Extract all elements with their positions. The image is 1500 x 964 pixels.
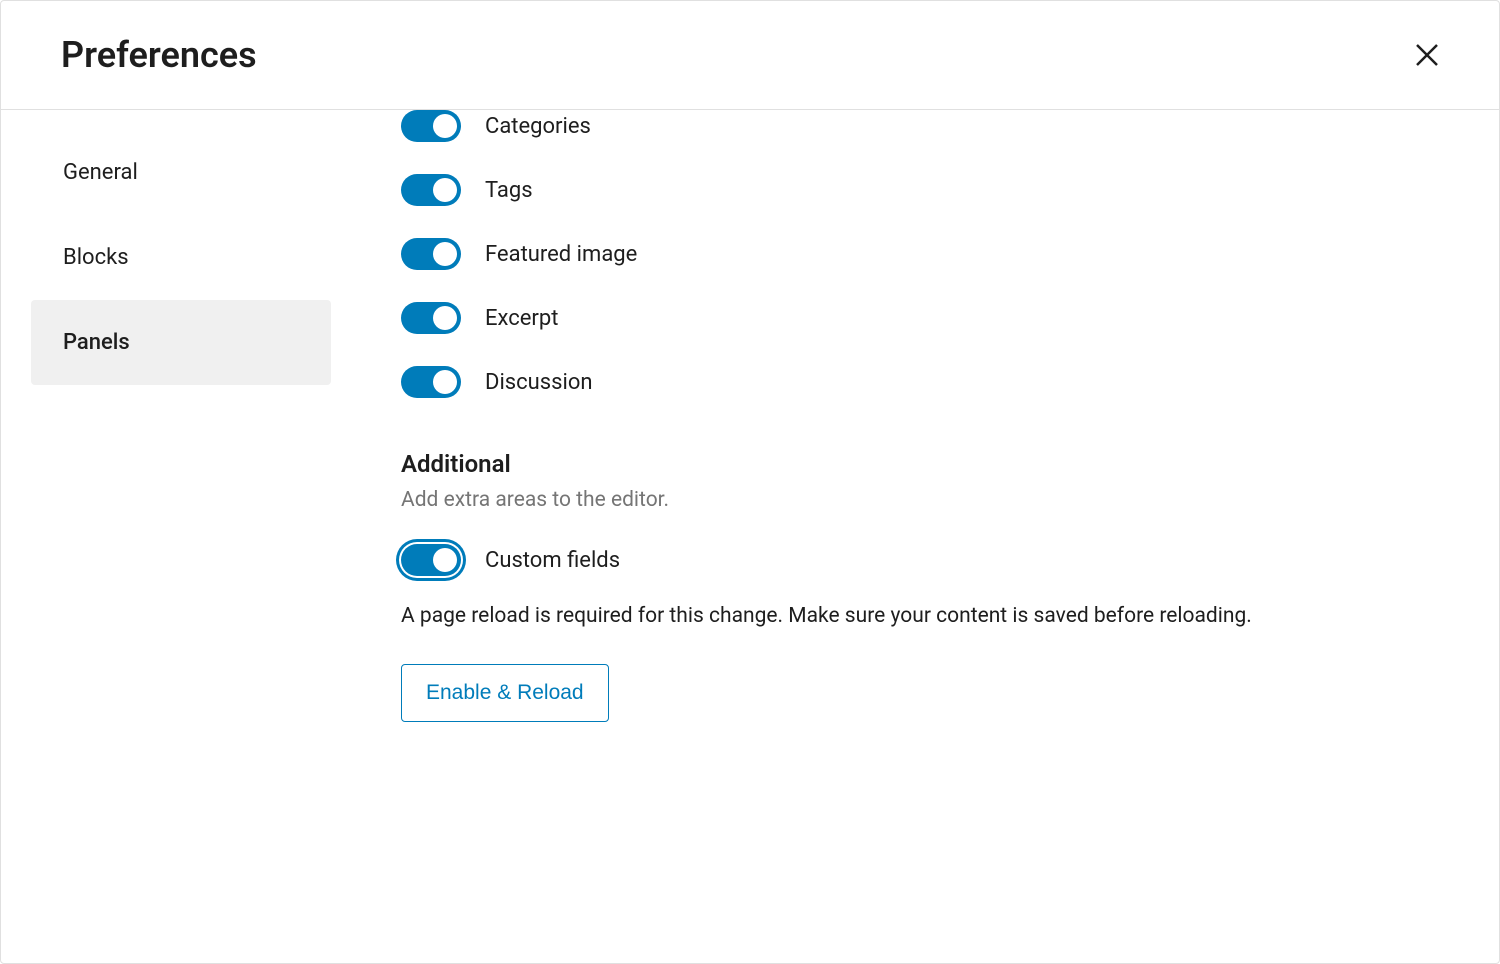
close-icon: [1412, 40, 1442, 70]
toggle-row-discussion: Discussion: [401, 366, 1439, 398]
toggle-tags[interactable]: [401, 174, 461, 206]
toggle-label: Categories: [485, 114, 591, 139]
toggle-knob: [433, 114, 457, 138]
section-title-additional: Additional: [401, 450, 1439, 478]
sidebar-item-label: Panels: [63, 330, 130, 355]
sidebar-item-label: Blocks: [63, 245, 129, 270]
toggle-row-tags: Tags: [401, 174, 1439, 206]
toggle-row-featured-image: Featured image: [401, 238, 1439, 270]
toggle-excerpt[interactable]: [401, 302, 461, 334]
modal-body: General Blocks Panels Categories Tags Fe…: [1, 110, 1499, 963]
section-description: Add extra areas to the editor.: [401, 488, 1439, 512]
modal-title: Preferences: [61, 34, 257, 76]
toggle-knob: [433, 548, 457, 572]
sidebar: General Blocks Panels: [1, 110, 331, 963]
toggle-knob: [433, 370, 457, 394]
toggle-knob: [433, 306, 457, 330]
toggle-row-custom-fields: Custom fields: [401, 544, 1439, 576]
enable-reload-button[interactable]: Enable & Reload: [401, 664, 609, 722]
toggle-label: Featured image: [485, 242, 637, 267]
sidebar-item-panels[interactable]: Panels: [31, 300, 331, 385]
toggle-label: Tags: [485, 178, 533, 203]
toggle-knob: [433, 178, 457, 202]
sidebar-item-label: General: [63, 160, 138, 185]
sidebar-item-general[interactable]: General: [31, 130, 331, 215]
reload-notice: A page reload is required for this chang…: [401, 600, 1321, 634]
close-button[interactable]: [1403, 31, 1451, 79]
toggle-discussion[interactable]: [401, 366, 461, 398]
toggle-categories[interactable]: [401, 110, 461, 142]
toggle-row-excerpt: Excerpt: [401, 302, 1439, 334]
toggle-label: Excerpt: [485, 306, 558, 331]
toggle-row-categories: Categories: [401, 110, 1439, 142]
toggle-label: Custom fields: [485, 548, 620, 573]
toggle-featured-image[interactable]: [401, 238, 461, 270]
content-panel: Categories Tags Featured image Excerpt D…: [331, 110, 1499, 963]
toggle-label: Discussion: [485, 370, 593, 395]
preferences-modal: Preferences General Blocks Panels Catego…: [0, 0, 1500, 964]
sidebar-item-blocks[interactable]: Blocks: [31, 215, 331, 300]
toggle-knob: [433, 242, 457, 266]
modal-header: Preferences: [1, 1, 1499, 110]
toggle-custom-fields[interactable]: [401, 544, 461, 576]
